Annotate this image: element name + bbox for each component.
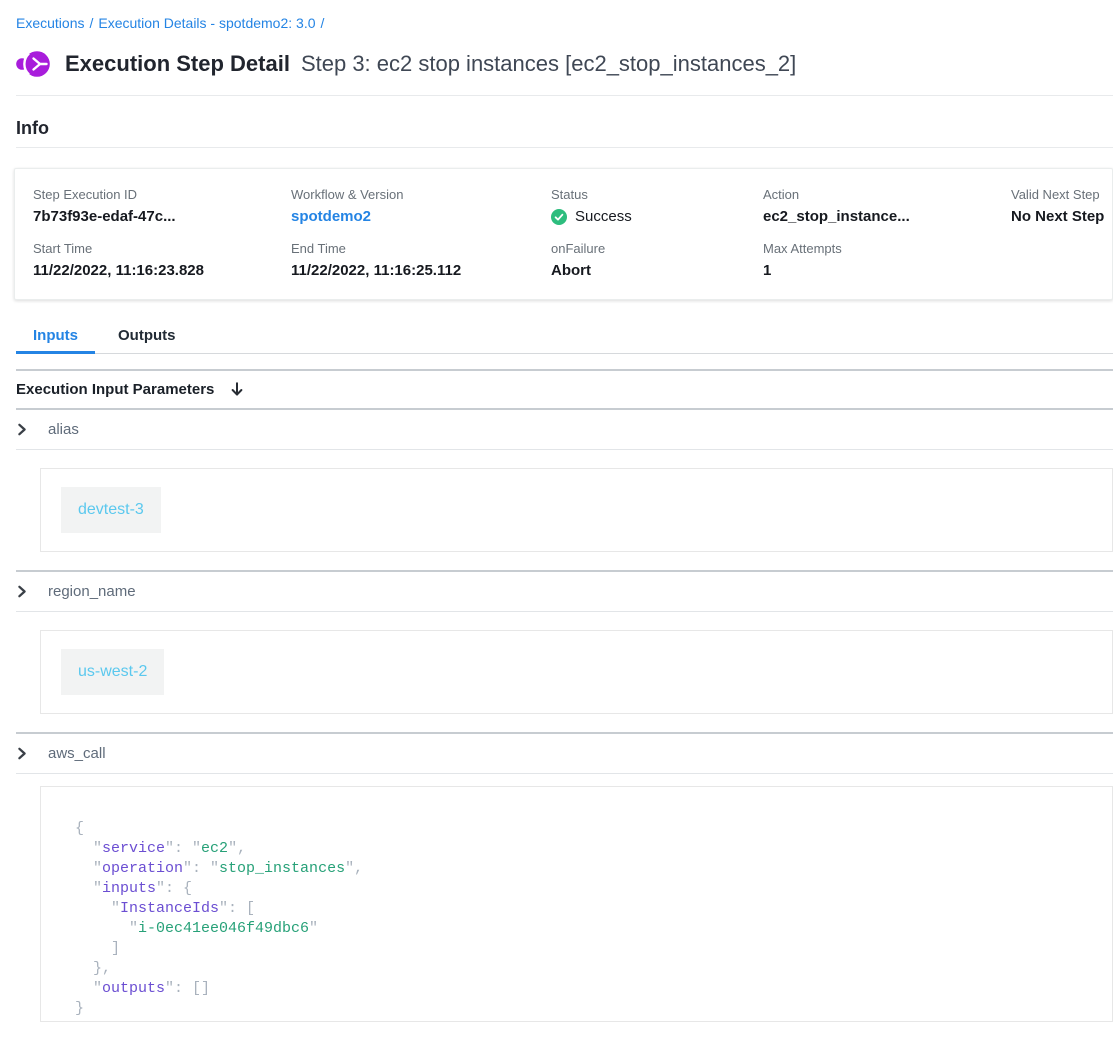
field-value: Abort xyxy=(551,262,763,279)
field-label: Valid Next Step xyxy=(1011,187,1112,202)
breadcrumb-separator: / xyxy=(321,15,325,31)
param-value-panel-alias: devtest-3 xyxy=(40,468,1113,552)
page-title: Execution Step Detail xyxy=(65,51,290,77)
field-label: End Time xyxy=(291,241,551,256)
param-value-chip-alias: devtest-3 xyxy=(61,487,161,533)
param-row-aws-call[interactable]: aws_call xyxy=(16,734,1113,774)
breadcrumb: Executions / Execution Details - spotdemo2… xyxy=(0,0,1113,31)
param-name-region-name: region_name xyxy=(48,583,136,600)
param-value-chip-region-name: us-west-2 xyxy=(61,649,164,695)
workflow-link[interactable]: spotdemo2 xyxy=(291,208,551,225)
chevron-right-icon[interactable] xyxy=(16,747,28,760)
tab-inputs[interactable]: Inputs xyxy=(16,320,95,353)
field-label: Workflow & Version xyxy=(291,187,551,202)
info-field-action: Action ec2_stop_instance... xyxy=(763,187,1011,225)
field-label: Max Attempts xyxy=(763,241,1011,256)
param-row-alias[interactable]: alias xyxy=(16,410,1113,450)
info-field-step-execution-id: Step Execution ID 7b73f93e-edaf-47c... xyxy=(33,187,291,225)
field-value: 7b73f93e-edaf-47c... xyxy=(33,208,291,225)
success-check-icon xyxy=(551,209,567,225)
param-name-alias: alias xyxy=(48,421,79,438)
field-label: Status xyxy=(551,187,763,202)
execution-input-parameters-label: Execution Input Parameters xyxy=(16,381,214,398)
breadcrumb-link-execution-details[interactable]: Execution Details - spotdemo2: 3.0 xyxy=(98,15,315,31)
code-line: "outputs": [] xyxy=(75,979,1092,999)
header-divider xyxy=(16,95,1113,96)
param-row-region-name[interactable]: region_name xyxy=(16,572,1113,612)
info-field-workflow-version: Workflow & Version spotdemo2 xyxy=(291,187,551,225)
field-value: No Next Step xyxy=(1011,208,1112,225)
code-line: ] xyxy=(75,939,1092,959)
code-line: "InstanceIds": [ xyxy=(75,899,1092,919)
info-section-heading: Info xyxy=(16,118,1097,139)
app-logo-icon xyxy=(16,48,52,80)
code-line: "inputs": { xyxy=(75,879,1092,899)
tab-bar: Inputs Outputs xyxy=(16,320,1113,354)
field-value: 1 xyxy=(763,262,1011,279)
field-label: onFailure xyxy=(551,241,763,256)
field-label: Start Time xyxy=(33,241,291,256)
info-field-onfailure: onFailure Abort xyxy=(551,241,763,279)
info-field-end-time: End Time 11/22/2022, 11:16:25.112 xyxy=(291,241,551,279)
code-line: }, xyxy=(75,959,1092,979)
collapse-all-arrow-down-icon[interactable] xyxy=(229,381,245,398)
page-header: Execution Step Detail Step 3: ec2 stop i… xyxy=(16,48,1097,80)
code-line: "i-0ec41ee046f49dbc6" xyxy=(75,919,1092,939)
info-field-empty xyxy=(1011,241,1112,279)
param-name-aws-call: aws_call xyxy=(48,745,106,762)
field-value: 11/22/2022, 11:16:25.112 xyxy=(291,262,551,279)
chevron-right-icon[interactable] xyxy=(16,423,28,436)
code-line: { xyxy=(75,819,1092,839)
field-value: ec2_stop_instance... xyxy=(763,208,1011,225)
field-value: 11/22/2022, 11:16:23.828 xyxy=(33,262,291,279)
breadcrumb-link-executions[interactable]: Executions xyxy=(16,15,84,31)
execution-input-parameters-header: Execution Input Parameters xyxy=(16,371,1113,410)
breadcrumb-separator: / xyxy=(89,15,93,31)
page-subtitle: Step 3: ec2 stop instances [ec2_stop_ins… xyxy=(301,51,796,77)
code-line: "service": "ec2", xyxy=(75,839,1092,859)
tab-outputs[interactable]: Outputs xyxy=(101,320,193,353)
chevron-right-icon[interactable] xyxy=(16,585,28,598)
info-card: Step Execution ID 7b73f93e-edaf-47c... W… xyxy=(14,168,1113,300)
code-line: "operation": "stop_instances", xyxy=(75,859,1092,879)
info-field-start-time: Start Time 11/22/2022, 11:16:23.828 xyxy=(33,241,291,279)
field-label: Action xyxy=(763,187,1011,202)
json-code-block: { "service": "ec2", "operation": "stop_i… xyxy=(40,786,1113,1022)
status-badge: Success xyxy=(575,208,632,225)
info-field-valid-next-step: Valid Next Step No Next Step xyxy=(1011,187,1112,225)
info-field-status: Status Success xyxy=(551,187,763,225)
param-value-panel-region-name: us-west-2 xyxy=(40,630,1113,714)
info-field-max-attempts: Max Attempts 1 xyxy=(763,241,1011,279)
code-line: } xyxy=(75,999,1092,1019)
field-label: Step Execution ID xyxy=(33,187,291,202)
info-divider xyxy=(16,147,1113,148)
